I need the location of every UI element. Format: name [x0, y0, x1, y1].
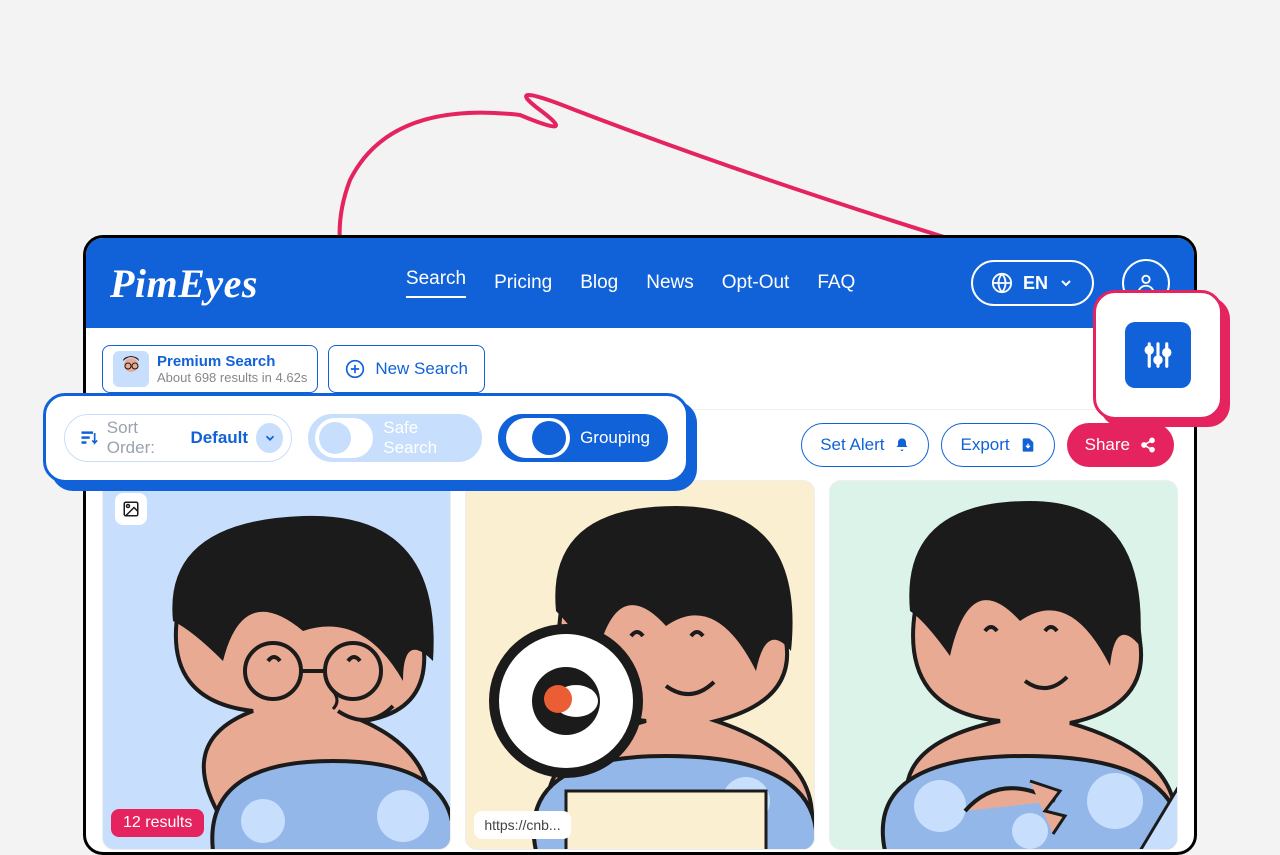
sliders-icon [1143, 340, 1173, 370]
url-preview-badge: https://cnb... [474, 811, 570, 839]
brand-logo: PimEyes [110, 260, 258, 307]
premium-subtitle: About 698 results in 4.62s [157, 370, 307, 385]
chevron-down-icon [1058, 275, 1074, 291]
bell-icon [894, 437, 910, 453]
share-label: Share [1085, 435, 1130, 455]
result-card[interactable] [829, 480, 1178, 850]
sort-label: Sort Order: [107, 418, 183, 458]
results-count-badge: 12 results [111, 809, 204, 837]
sort-icon [79, 427, 99, 449]
premium-search-box[interactable]: Premium Search About 698 results in 4.62… [102, 345, 318, 393]
safe-search-toggle[interactable]: Safe Search [308, 414, 482, 462]
nav-optout[interactable]: Opt-Out [722, 272, 790, 294]
language-selector[interactable]: EN [971, 260, 1094, 306]
avatar-illustration [830, 481, 1178, 850]
safe-search-label: Safe Search [383, 418, 465, 458]
filter-panel: Sort Order: Default Safe Search Grouping [43, 393, 689, 483]
nav-search[interactable]: Search [406, 268, 466, 298]
grouping-label: Grouping [580, 428, 650, 448]
nav-blog[interactable]: Blog [580, 272, 618, 294]
chevron-down-icon [256, 423, 283, 453]
globe-icon [991, 272, 1013, 294]
premium-title: Premium Search [157, 353, 307, 370]
set-alert-label: Set Alert [820, 435, 884, 455]
set-alert-button[interactable]: Set Alert [801, 423, 929, 467]
avatar-illustration [103, 481, 451, 850]
result-card[interactable]: https://cnb... [465, 480, 814, 850]
export-button[interactable]: Export [941, 423, 1054, 467]
app-window: PimEyes Search Pricing Blog News Opt-Out… [83, 235, 1197, 855]
header: PimEyes Search Pricing Blog News Opt-Out… [86, 238, 1194, 328]
export-icon [1020, 437, 1036, 453]
nav-pricing[interactable]: Pricing [494, 272, 552, 294]
share-icon [1140, 437, 1156, 453]
image-stack-icon [115, 493, 147, 525]
share-button[interactable]: Share [1067, 423, 1174, 467]
sort-value: Default [190, 428, 248, 448]
avatar-illustration [466, 481, 814, 850]
new-search-button[interactable]: New Search [328, 345, 485, 393]
language-label: EN [1023, 273, 1048, 294]
nav-news[interactable]: News [646, 272, 694, 294]
new-search-label: New Search [375, 359, 468, 379]
plus-circle-icon [345, 359, 365, 379]
grouping-toggle[interactable]: Grouping [498, 414, 668, 462]
sort-order-dropdown[interactable]: Sort Order: Default [64, 414, 292, 462]
query-avatar [113, 351, 149, 387]
result-card[interactable]: 12 results [102, 480, 451, 850]
export-label: Export [960, 435, 1009, 455]
nav-faq[interactable]: FAQ [817, 272, 855, 294]
settings-callout [1093, 290, 1223, 420]
results-grid: 12 results https://cnb... [86, 480, 1194, 850]
filter-settings-button[interactable] [1125, 322, 1191, 388]
